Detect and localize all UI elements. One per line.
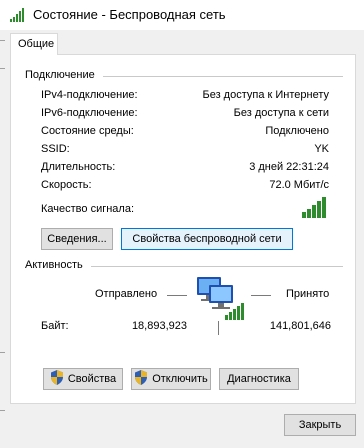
details-button[interactable]: Сведения...	[41, 228, 113, 250]
activity-group-label: Активность	[25, 259, 83, 271]
tab-general-label: Общие	[18, 38, 55, 50]
ssid-label: SSID:	[41, 143, 70, 155]
bytes-sent-value: 18,893,923	[131, 320, 187, 332]
wireless-properties-button[interactable]: Свойства беспроводной сети	[121, 228, 293, 250]
tab-general[interactable]: Общие	[10, 33, 58, 55]
received-label: Принято	[286, 288, 330, 300]
disable-button-label: Отключить	[152, 373, 208, 385]
sent-label: Отправлено	[95, 288, 158, 300]
properties-button[interactable]: Свойства	[43, 368, 123, 390]
edge-mark	[0, 68, 5, 69]
close-button[interactable]: Закрыть	[284, 414, 356, 436]
media-state-label: Состояние среды:	[41, 125, 134, 137]
tab-panel-general: Подключение IPv4-подключение: Без доступ…	[10, 54, 356, 404]
wireless-properties-button-label: Свойства беспроводной сети	[132, 233, 282, 245]
window-left-edge	[0, 30, 5, 448]
connection-group-label: Подключение	[25, 69, 95, 81]
ipv4-value: Без доступа к Интернету	[202, 89, 329, 101]
properties-button-label: Свойства	[67, 373, 117, 385]
close-button-label: Закрыть	[298, 419, 342, 431]
uac-shield-icon	[50, 370, 64, 388]
ipv4-label: IPv4-подключение:	[41, 89, 138, 101]
wireless-signal-icon	[9, 7, 25, 26]
sent-connector	[167, 295, 187, 296]
connection-group-divider	[103, 76, 343, 77]
activity-divider	[218, 321, 219, 335]
uac-shield-icon	[134, 370, 148, 388]
ipv6-label: IPv6-подключение:	[41, 107, 138, 119]
disable-button[interactable]: Отключить	[131, 368, 211, 390]
signal-strength-icon	[302, 195, 330, 222]
edge-mark	[0, 410, 5, 411]
edge-mark	[0, 40, 5, 41]
media-state-value: Подключено	[265, 125, 329, 137]
duration-label: Длительность:	[41, 161, 116, 173]
ssid-value: YK	[314, 143, 329, 155]
activity-group-divider	[91, 266, 343, 267]
bytes-label: Байт:	[41, 320, 69, 332]
duration-value: 3 дней 22:31:24	[249, 161, 329, 173]
edge-mark	[0, 352, 5, 353]
signal-quality-label: Качество сигнала:	[41, 203, 135, 215]
diagnose-button[interactable]: Диагностика	[219, 368, 299, 390]
speed-value: 72.0 Мбит/с	[269, 179, 329, 191]
title-bar: Состояние - Беспроводная сеть	[0, 0, 364, 30]
speed-label: Скорость:	[41, 179, 92, 191]
diagnose-button-label: Диагностика	[227, 373, 291, 385]
ipv6-value: Без доступа к сети	[233, 107, 329, 119]
window-title: Состояние - Беспроводная сеть	[33, 7, 226, 22]
network-computers-icon	[195, 275, 247, 324]
details-button-label: Сведения...	[47, 233, 107, 245]
bytes-received-value: 141,801,646	[269, 320, 331, 332]
received-connector	[251, 295, 271, 296]
